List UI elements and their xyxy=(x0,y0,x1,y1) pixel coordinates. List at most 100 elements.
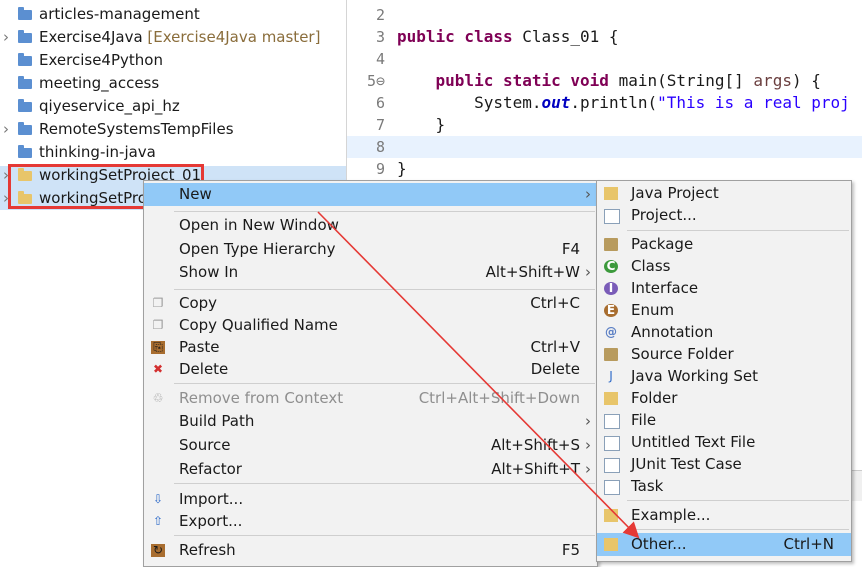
menu-item-label: Copy Qualified Name xyxy=(179,316,338,334)
menu-item-copy-qualified-name[interactable]: ❐ Copy Qualified Name xyxy=(144,314,597,337)
menu-item-file[interactable]: File xyxy=(597,409,851,432)
tree-item-label: thinking-in-java xyxy=(39,141,156,164)
menu-item-open-type-hierarchy[interactable]: Open Type Hierarchy F4 xyxy=(144,238,597,261)
code-line[interactable]: 7 } xyxy=(347,114,862,136)
folder-icon xyxy=(604,392,618,405)
project-folder-icon xyxy=(18,7,33,20)
code-line[interactable]: 3 public class Class_01 { xyxy=(347,26,862,48)
java-editor[interactable]: 2 3 public class Class_01 { 4 5⊖ public stat… xyxy=(346,0,862,182)
tree-item[interactable]: articles-management xyxy=(0,3,346,26)
code-line[interactable]: 2 xyxy=(347,4,862,26)
code-line[interactable]: 4 xyxy=(347,48,862,70)
menu-item-enum[interactable]: E Enum xyxy=(597,299,851,322)
menu-item-folder[interactable]: Folder xyxy=(597,387,851,410)
tree-item-label: qiyeservice_api_hz xyxy=(39,95,180,118)
menu-separator xyxy=(627,230,849,231)
menu-item-source-folder[interactable]: Source Folder xyxy=(597,343,851,366)
remove-context-icon: ♲ xyxy=(152,391,164,405)
menu-item-build-path[interactable]: Build Path › xyxy=(144,410,597,433)
context-menu: New › Open in New Window Open Type Hierarch… xyxy=(143,180,598,567)
git-branch-decoration: [Exercise4Java master] xyxy=(142,28,321,46)
tree-item[interactable]: qiyeservice_api_hz xyxy=(0,95,346,118)
menu-item-paste[interactable]: ⎘ Paste Ctrl+V xyxy=(144,336,597,359)
code-token: Class_01 { xyxy=(522,27,619,46)
import-icon: ⇩ xyxy=(152,492,164,506)
menu-item-annotation[interactable]: @ Annotation xyxy=(597,321,851,344)
tree-item[interactable]: › RemoteSystemsTempFiles xyxy=(0,118,346,141)
tree-item[interactable]: › Exercise4Java [Exercise4Java master] xyxy=(0,26,346,49)
code-line[interactable]: 5⊖ public static void main(String[] args… xyxy=(347,70,862,92)
annotation-icon: @ xyxy=(605,325,617,339)
menu-item-open-in-new-window[interactable]: Open in New Window xyxy=(144,214,597,237)
folder-shape xyxy=(18,99,32,112)
menu-item-remove-from-context: ♲ Remove from Context Ctrl+Alt+Shift+Down xyxy=(144,387,597,410)
project-icon xyxy=(604,209,620,224)
menu-item-class[interactable]: C Class xyxy=(597,255,851,278)
menu-item-label: Refresh xyxy=(179,541,236,559)
enum-icon: E xyxy=(604,304,618,317)
expand-chevron-icon[interactable]: › xyxy=(3,118,13,141)
copy-icon: ❐ xyxy=(152,296,164,310)
menu-item-project[interactable]: Project... xyxy=(597,204,851,227)
code-text: System.out.println("This is a real proj xyxy=(397,92,850,114)
menu-item-shortcut: Ctrl+C xyxy=(530,294,580,312)
line-number: 8 xyxy=(375,138,385,156)
tree-item-label: Exercise4Java [Exercise4Java master] xyxy=(39,26,320,49)
code-token: } xyxy=(397,115,446,134)
project-folder-icon xyxy=(18,53,33,66)
tree-item-label: articles-management xyxy=(39,3,200,26)
menu-item-label: Import... xyxy=(179,490,244,508)
junit-icon xyxy=(604,458,620,473)
menu-item-new[interactable]: New › xyxy=(144,183,597,206)
menu-item-example[interactable]: Example... xyxy=(597,504,851,527)
tree-item-label: meeting_access xyxy=(39,72,159,95)
menu-item-export[interactable]: ⇧ Export... xyxy=(144,510,597,533)
menu-item-label: Annotation xyxy=(631,323,714,341)
menu-item-shortcut: Alt+Shift+T xyxy=(491,460,580,478)
code-token: .println( xyxy=(570,93,658,112)
menu-item-copy[interactable]: ❐ Copy Ctrl+C xyxy=(144,292,597,315)
project-folder-icon xyxy=(18,76,33,89)
copy-qualified-icon: ❐ xyxy=(152,318,164,332)
code-token: public static void xyxy=(397,71,619,90)
code-line[interactable]: 6 System.out.println("This is a real pro… xyxy=(347,92,862,114)
menu-item-package[interactable]: Package xyxy=(597,233,851,256)
tree-item[interactable]: meeting_access xyxy=(0,72,346,95)
text-file-icon xyxy=(604,436,620,451)
menu-item-label: Interface xyxy=(631,279,699,297)
code-line[interactable]: 9} xyxy=(347,158,862,180)
code-line[interactable]: 8 xyxy=(347,136,862,158)
menu-item-java-project[interactable]: Java Project xyxy=(597,182,851,205)
line-number: 2 xyxy=(375,6,385,24)
menu-item-show-in[interactable]: Show In Alt+Shift+W › xyxy=(144,261,597,284)
tree-item-name: meeting_access xyxy=(39,74,160,92)
line-number: 5⊖ xyxy=(366,72,385,90)
menu-item-junit-test-case[interactable]: JUnit Test Case xyxy=(597,453,851,476)
menu-item-refresh[interactable]: ↻ Refresh F5 xyxy=(144,539,597,562)
tree-item[interactable]: Exercise4Python xyxy=(0,49,346,72)
expand-chevron-icon[interactable]: › xyxy=(3,26,13,49)
tree-item-name: articles-management xyxy=(39,5,200,23)
tree-item[interactable]: thinking-in-java xyxy=(0,141,346,164)
menu-item-refactor[interactable]: Refactor Alt+Shift+T › xyxy=(144,458,597,481)
java-project-icon xyxy=(604,187,618,200)
line-number: 4 xyxy=(375,50,385,68)
menu-item-interface[interactable]: I Interface xyxy=(597,277,851,300)
menu-item-task[interactable]: Task xyxy=(597,475,851,498)
file-icon xyxy=(604,414,620,429)
menu-item-untitled-text-file[interactable]: Untitled Text File xyxy=(597,431,851,454)
menu-item-source[interactable]: Source Alt+Shift+S › xyxy=(144,434,597,457)
code-text: } xyxy=(397,114,446,136)
menu-item-import[interactable]: ⇩ Import... xyxy=(144,488,597,511)
folder-shape xyxy=(18,145,32,158)
menu-item-shortcut: F4 xyxy=(561,240,580,258)
menu-item-label: Source Folder xyxy=(631,345,734,363)
menu-item-label: Open in New Window xyxy=(179,216,339,234)
menu-item-delete[interactable]: ✖ Delete Delete xyxy=(144,358,597,381)
submenu-arrow-icon: › xyxy=(585,412,591,430)
menu-item-other[interactable]: Other... Ctrl+N xyxy=(597,533,851,556)
tree-item-label: RemoteSystemsTempFiles xyxy=(39,118,234,141)
menu-item-java-working-set[interactable]: J Java Working Set xyxy=(597,365,851,388)
folder-shape xyxy=(18,30,32,43)
menu-item-label: Build Path xyxy=(179,412,255,430)
